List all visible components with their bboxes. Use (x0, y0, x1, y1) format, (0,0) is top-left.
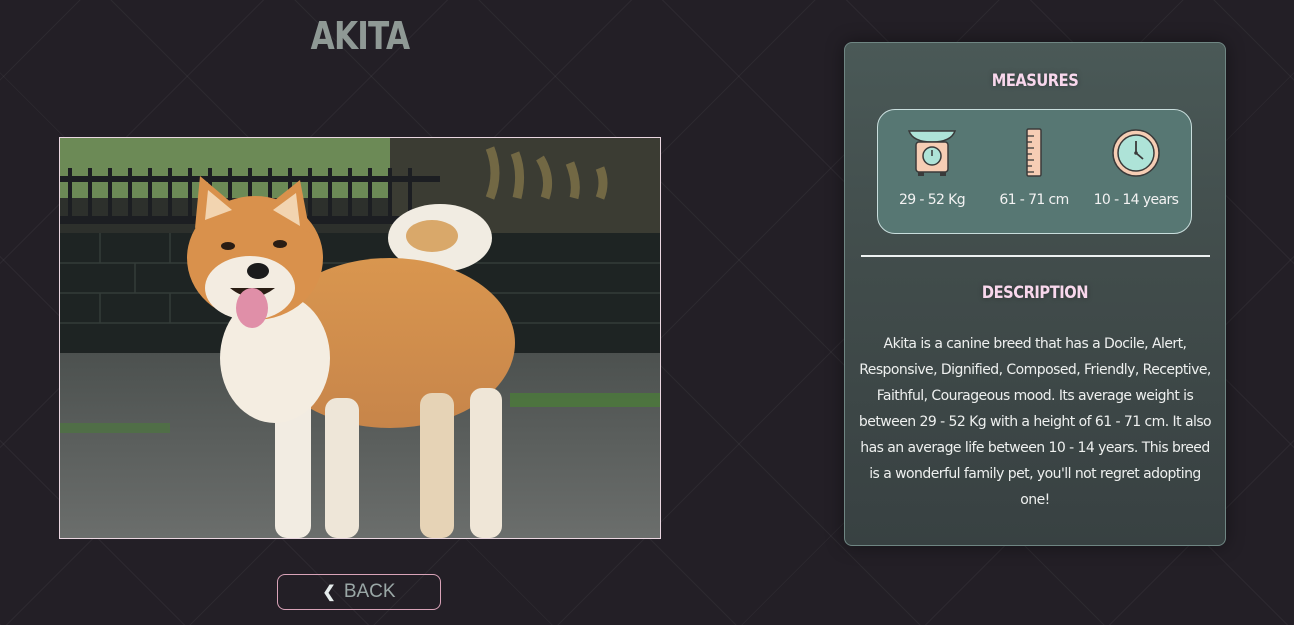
measure-height: 61 - 71 cm (984, 128, 1084, 208)
height-value: 61 - 71 cm (999, 192, 1069, 208)
measure-weight: 29 - 52 Kg (882, 128, 982, 208)
breed-title: AKITA (310, 14, 411, 58)
description-text: Akita is a canine breed that has a Docil… (858, 336, 1212, 508)
weight-value: 29 - 52 Kg (898, 192, 966, 208)
scale-icon (882, 128, 982, 178)
chevron-left-icon: ❮ (322, 584, 336, 601)
back-button-label: BACK (343, 581, 396, 602)
description-heading: DESCRIPTION (981, 283, 1089, 303)
measures-heading: MEASURES (991, 71, 1079, 91)
dog-photo (59, 137, 661, 539)
akita-image (60, 138, 660, 538)
ruler-icon (984, 128, 1084, 178)
measure-lifespan: 10 - 14 years (1086, 128, 1186, 208)
breed-info-card: MEASURES 29 - 52 Kg 61 - 71 cm 10 - 14 y… (844, 42, 1226, 546)
clock-icon (1086, 128, 1186, 178)
back-button[interactable]: ❮ BACK (277, 574, 441, 610)
lifespan-value: 10 - 14 years (1093, 192, 1179, 208)
measures-box: 29 - 52 Kg 61 - 71 cm 10 - 14 years (877, 109, 1192, 234)
divider (861, 255, 1210, 257)
